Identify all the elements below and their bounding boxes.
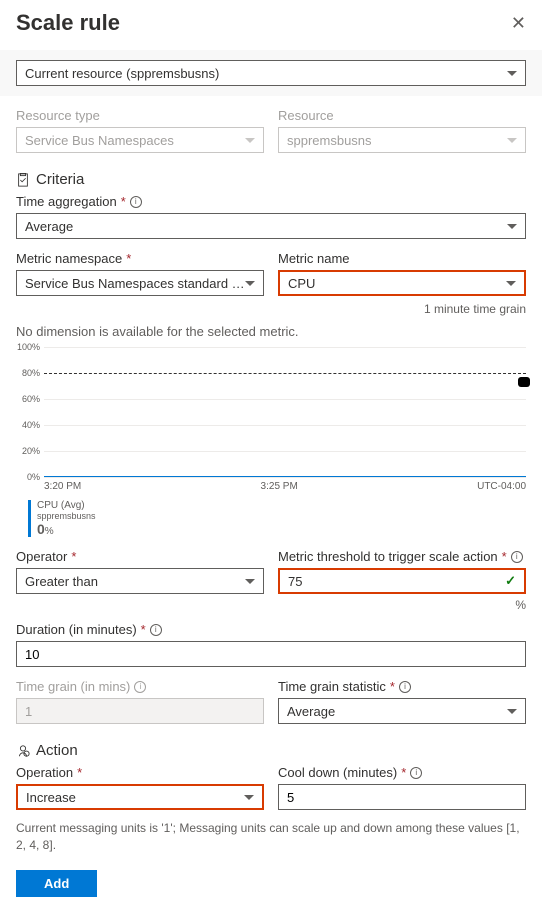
time-grain-stat-select[interactable]: Average <box>278 698 526 724</box>
chart-legend: CPU (Avg) sppremsbusns 0% <box>28 500 526 537</box>
required-marker: * <box>126 251 131 266</box>
chart-marker <box>518 377 530 387</box>
legend-unit: % <box>45 526 54 537</box>
chevron-down-icon <box>507 71 517 76</box>
info-icon[interactable]: i <box>150 624 162 636</box>
required-marker: * <box>502 549 507 564</box>
info-icon[interactable]: i <box>130 196 142 208</box>
valid-check-icon: ✓ <box>505 573 516 589</box>
ytick: 0% <box>16 472 40 482</box>
chevron-down-icon <box>507 224 517 229</box>
resource-type-label: Resource type <box>16 108 264 123</box>
time-agg-value: Average <box>25 219 73 234</box>
panel-title: Scale rule <box>16 10 120 36</box>
criteria-heading: Criteria <box>36 171 84 188</box>
ytick: 100% <box>16 342 40 352</box>
threshold-value: 75 <box>288 574 302 589</box>
time-agg-label: Time aggregation <box>16 194 117 209</box>
metric-ns-value: Service Bus Namespaces standard me… <box>25 276 245 291</box>
time-grain-input <box>16 698 264 724</box>
time-grain-stat-value: Average <box>287 704 335 719</box>
action-icon <box>16 744 30 758</box>
required-marker: * <box>121 194 126 209</box>
xtick: 3:25 PM <box>261 481 298 492</box>
ytick: 20% <box>16 446 40 456</box>
required-marker: * <box>141 622 146 637</box>
info-icon[interactable]: i <box>399 681 411 693</box>
add-button[interactable]: Add <box>16 870 97 897</box>
units-footnote: Current messaging units is '1'; Messagin… <box>16 820 526 854</box>
ytick: 60% <box>16 394 40 404</box>
metric-ns-label: Metric namespace <box>16 251 122 266</box>
operation-value: Increase <box>26 790 76 805</box>
cooldown-input[interactable] <box>278 784 526 810</box>
metric-name-select[interactable]: CPU <box>278 270 526 296</box>
close-icon[interactable]: ✕ <box>511 13 526 34</box>
metric-name-value: CPU <box>288 276 315 291</box>
required-marker: * <box>390 679 395 694</box>
threshold-input[interactable]: 75 ✓ <box>278 568 526 594</box>
action-heading: Action <box>36 742 78 759</box>
resource-select[interactable]: sppremsbusns <box>278 127 526 153</box>
info-icon[interactable]: i <box>410 767 422 779</box>
metric-chart: 100% 80% 60% 40% 20% 0% 3:20 PM 3:25 PM … <box>16 347 526 537</box>
threshold-unit: % <box>278 598 526 612</box>
legend-resource: sppremsbusns <box>37 511 526 521</box>
resource-type-select[interactable]: Service Bus Namespaces <box>16 127 264 153</box>
operation-label: Operation <box>16 765 73 780</box>
time-grain-label: Time grain (in mins) <box>16 679 130 694</box>
operator-label: Operator <box>16 549 67 564</box>
time-agg-select[interactable]: Average <box>16 213 526 239</box>
legend-metric: CPU (Avg) <box>37 500 526 511</box>
required-marker: * <box>71 549 76 564</box>
xtick: 3:20 PM <box>44 481 81 492</box>
chevron-down-icon <box>507 709 517 714</box>
ytick: 40% <box>16 420 40 430</box>
metric-name-label: Metric name <box>278 251 350 266</box>
resource-label: Resource <box>278 108 526 123</box>
resource-type-value: Service Bus Namespaces <box>25 133 174 148</box>
time-grain-stat-label: Time grain statistic <box>278 679 386 694</box>
operation-select[interactable]: Increase <box>16 784 264 810</box>
duration-label: Duration (in minutes) <box>16 622 137 637</box>
no-dimension-text: No dimension is available for the select… <box>16 324 526 339</box>
chevron-down-icon <box>245 579 255 584</box>
duration-input[interactable] <box>16 641 526 667</box>
time-grain-note: 1 minute time grain <box>278 302 526 316</box>
info-icon: i <box>134 681 146 693</box>
chevron-down-icon <box>245 281 255 286</box>
criteria-icon <box>16 173 30 187</box>
legend-value: 0 <box>37 521 45 537</box>
chevron-down-icon <box>244 795 254 800</box>
chevron-down-icon <box>507 138 517 143</box>
ytick: 80% <box>16 368 40 378</box>
cooldown-label: Cool down (minutes) <box>278 765 397 780</box>
metric-ns-select[interactable]: Service Bus Namespaces standard me… <box>16 270 264 296</box>
scope-select[interactable]: Current resource (sppremsbusns) <box>16 60 526 86</box>
required-marker: * <box>77 765 82 780</box>
xtick: UTC-04:00 <box>477 481 526 492</box>
resource-value: sppremsbusns <box>287 133 372 148</box>
operator-select[interactable]: Greater than <box>16 568 264 594</box>
operator-value: Greater than <box>25 574 98 589</box>
chevron-down-icon <box>245 138 255 143</box>
chevron-down-icon <box>506 281 516 286</box>
threshold-label: Metric threshold to trigger scale action <box>278 549 498 564</box>
scope-select-value: Current resource (sppremsbusns) <box>25 66 219 81</box>
info-icon[interactable]: i <box>511 551 523 563</box>
required-marker: * <box>401 765 406 780</box>
